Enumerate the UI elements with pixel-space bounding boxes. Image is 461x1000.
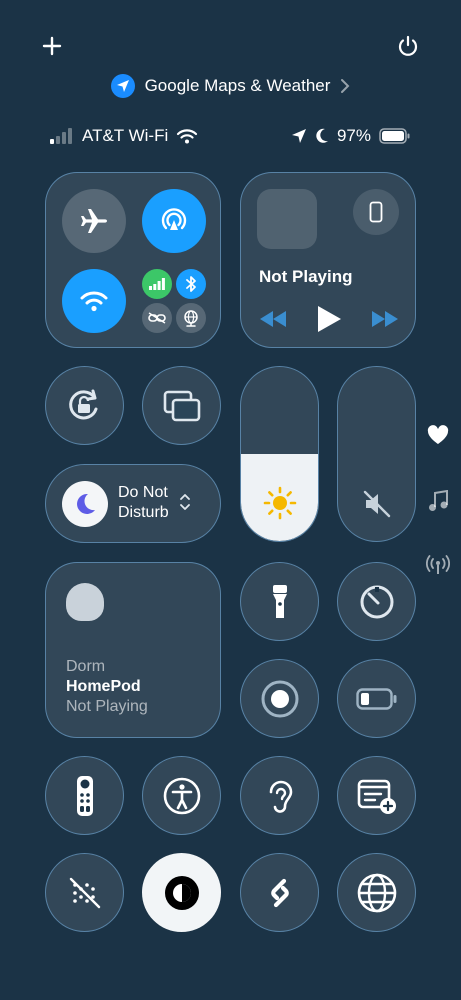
airdrop-toggle[interactable]: [142, 189, 206, 253]
audio-output-button[interactable]: [353, 189, 399, 235]
dnd-label: Do Not Disturb: [118, 484, 169, 521]
quick-note-icon: [357, 779, 396, 814]
favorites-page-indicator[interactable]: [423, 420, 453, 450]
homepod-icon: [66, 583, 104, 621]
globe-vpn-icon: [184, 310, 198, 327]
quick-note-button[interactable]: [337, 756, 416, 835]
chevron-right-icon: [341, 79, 350, 93]
rotation-lock-icon: [68, 389, 97, 419]
accessibility-shortcut-button[interactable]: [142, 756, 221, 835]
focus-do-not-disturb[interactable]: Do Not Disturb: [45, 464, 221, 543]
brightness-slider[interactable]: [240, 366, 319, 542]
homepod-room: Dorm: [66, 658, 106, 675]
bluetooth-icon: [186, 276, 196, 292]
location-usage-banner[interactable]: Google Maps & Weather: [0, 70, 461, 102]
connectivity-module[interactable]: [45, 172, 221, 348]
accessibility-icon: [163, 777, 200, 814]
screen-recording-button[interactable]: [240, 659, 319, 738]
ear-icon: [269, 780, 292, 813]
low-power-mode-button[interactable]: [337, 659, 416, 738]
fast-forward-button[interactable]: [371, 310, 399, 328]
wifi-toggle[interactable]: [62, 269, 126, 333]
timer-button[interactable]: [337, 562, 416, 641]
sound-recognition-off-icon: [69, 877, 100, 908]
heart-icon: [427, 425, 449, 444]
screen-mirroring-button[interactable]: [142, 366, 221, 445]
signal-bars-icon: [50, 128, 72, 144]
flashlight-button[interactable]: [240, 562, 319, 641]
cellular-toggle[interactable]: [142, 269, 172, 299]
shazam-button[interactable]: [240, 853, 319, 932]
wifi-icon: [80, 291, 108, 312]
volume-slider[interactable]: [337, 366, 416, 542]
battery-icon: [379, 128, 410, 144]
airplane-icon: [81, 209, 107, 233]
airdrop-icon: [161, 208, 187, 230]
battery-low-power-icon: [355, 687, 396, 710]
cellular-icon: [149, 278, 165, 290]
carrier-label: AT&T Wi-Fi: [82, 126, 169, 145]
moon-status-icon: [316, 128, 328, 143]
bluetooth-toggle[interactable]: [176, 269, 206, 299]
connectivity-page-indicator[interactable]: [423, 550, 453, 580]
homepod-module[interactable]: Dorm HomePod Not Playing: [45, 562, 221, 738]
chevron-up-down-icon: [180, 494, 190, 510]
rewind-button[interactable]: [259, 310, 287, 328]
location-services-icon: [291, 129, 306, 143]
location-arrow-icon: [110, 74, 135, 98]
dark-mode-button[interactable]: [142, 853, 221, 932]
shazam-icon: [270, 878, 289, 907]
wifi-status-icon: [177, 129, 198, 144]
hearing-button[interactable]: [240, 756, 319, 835]
banner-label: Google Maps & Weather: [144, 76, 331, 95]
antenna-icon: [426, 555, 450, 574]
homepod-status: Not Playing: [66, 698, 148, 715]
sound-recognition-button[interactable]: [45, 853, 124, 932]
now-playing-module[interactable]: Not Playing: [240, 172, 416, 348]
translate-button[interactable]: [337, 853, 416, 932]
media-title: Not Playing: [259, 267, 353, 286]
apple-tv-remote-button[interactable]: [45, 756, 124, 835]
vpn-toggle[interactable]: [176, 303, 206, 333]
timer-icon: [360, 585, 393, 618]
personal-hotspot-icon: [148, 312, 166, 324]
airplane-mode-toggle[interactable]: [62, 189, 126, 253]
globe-icon: [357, 873, 396, 912]
status-bar: AT&T Wi-Fi 97%: [0, 118, 461, 158]
rotation-lock-button[interactable]: [45, 366, 124, 445]
iphone-icon: [369, 201, 383, 223]
flashlight-icon: [272, 584, 287, 618]
homepod-name: HomePod: [66, 678, 141, 695]
battery-percent: 97%: [336, 126, 371, 145]
moon-icon: [62, 481, 108, 527]
screen-mirroring-icon: [163, 390, 200, 421]
play-button[interactable]: [316, 305, 342, 333]
power-icon: [398, 35, 418, 56]
music-page-indicator[interactable]: [423, 486, 453, 516]
plus-icon: [42, 36, 62, 56]
album-art-placeholder: [257, 189, 317, 249]
tv-remote-icon: [76, 775, 93, 816]
sun-icon: [263, 486, 297, 520]
record-icon: [261, 680, 298, 717]
speaker-muted-icon: [363, 490, 391, 518]
personal-hotspot-toggle[interactable]: [142, 303, 172, 333]
dark-mode-icon: [164, 875, 199, 910]
music-note-icon: [429, 490, 448, 511]
power-button[interactable]: [388, 28, 428, 64]
add-control-button[interactable]: [32, 28, 72, 64]
